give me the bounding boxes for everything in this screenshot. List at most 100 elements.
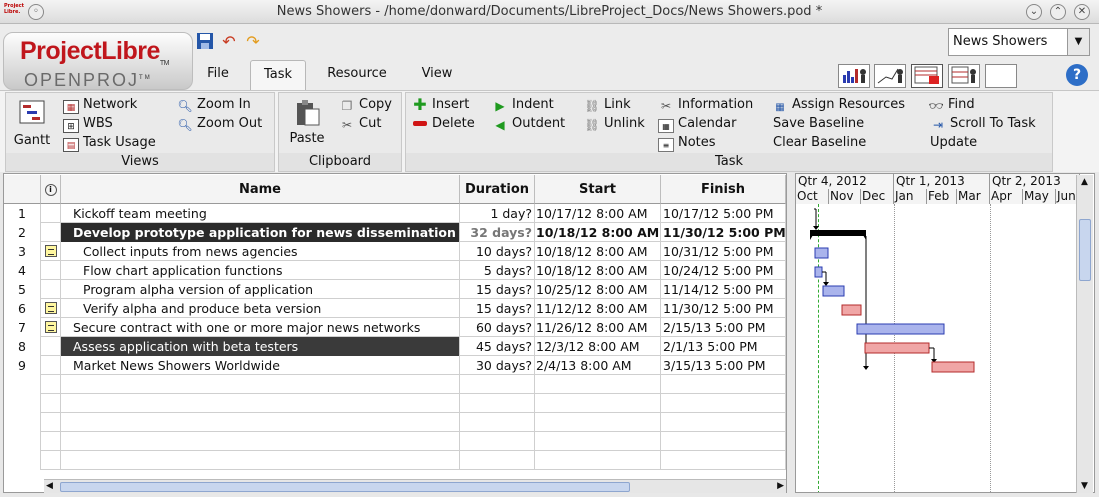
start-cell[interactable]: 10/18/12 8:00 AM [535, 261, 661, 280]
finish-cell[interactable]: 11/30/12 5:00 PM [661, 223, 786, 242]
finish-cell[interactable]: 11/14/12 5:00 PM [661, 280, 786, 299]
resource-usage-view-icon[interactable] [948, 64, 980, 88]
help-icon[interactable]: ? [1066, 64, 1088, 86]
maximize-button[interactable]: ⌃ [1050, 4, 1066, 20]
indicator-cell[interactable] [41, 223, 61, 242]
start-cell[interactable]: 10/25/12 8:00 AM [535, 280, 661, 299]
assign-resources-button[interactable]: ▦ Assign Resources [772, 95, 905, 114]
start-cell[interactable]: 10/18/12 8:00 AM [535, 223, 661, 242]
scroll-down-icon[interactable]: ▼ [1081, 481, 1088, 491]
finish-cell[interactable]: 10/24/12 5:00 PM [661, 261, 786, 280]
cut-button[interactable]: ✂ Cut [339, 114, 381, 133]
start-cell[interactable]: 12/3/12 8:00 AM [535, 337, 661, 356]
row-number[interactable]: 4 [4, 261, 41, 280]
close-button[interactable]: ✕ [1074, 4, 1090, 20]
start-cell[interactable]: 11/26/12 8:00 AM [535, 318, 661, 337]
table-row[interactable]: 2 Develop prototype application for news … [4, 223, 786, 242]
row-number[interactable]: 2 [4, 223, 41, 242]
indicator-cell[interactable] [41, 356, 61, 375]
finish-cell[interactable]: 3/15/13 5:00 PM [661, 356, 786, 375]
duration-cell[interactable]: 30 days? [460, 356, 535, 375]
column-header-finish[interactable]: Finish [661, 175, 786, 204]
finish-cell[interactable]: 10/31/12 5:00 PM [661, 242, 786, 261]
scroll-up-icon[interactable]: ▲ [1081, 177, 1088, 187]
duration-cell[interactable]: 45 days? [460, 337, 535, 356]
duration-cell[interactable]: 32 days? [460, 223, 535, 242]
task-usage-view-icon[interactable] [911, 64, 943, 88]
scroll-thumb[interactable] [60, 482, 630, 492]
paste-button[interactable]: Paste [283, 99, 331, 146]
menu-tab-file[interactable]: File [195, 60, 241, 90]
row-number[interactable]: 7 [4, 318, 41, 337]
start-cell[interactable]: 11/12/12 8:00 AM [535, 299, 661, 318]
table-row[interactable]: 7 Secure contract with one or more major … [4, 318, 786, 337]
task-name-cell[interactable]: Market News Showers Worldwide [61, 356, 460, 375]
table-row[interactable]: 5 Program alpha version of application 15 … [4, 280, 786, 299]
project-selector[interactable]: News Showers ▼ [948, 28, 1090, 56]
network-button[interactable]: ▦ Network [63, 95, 137, 114]
information-button[interactable]: ✂ Information [658, 95, 753, 114]
indicator-cell[interactable] [41, 299, 61, 318]
scroll-right-icon[interactable]: ▶ [777, 481, 784, 491]
task-name-cell[interactable]: Secure contract with one or more major n… [61, 318, 460, 337]
gantt-vertical-scrollbar[interactable]: ▲ ▼ [1076, 175, 1093, 493]
row-number[interactable]: 8 [4, 337, 41, 356]
calendar-button[interactable]: ▦ Calendar [658, 114, 736, 133]
find-button[interactable]: 👓︎ Find [928, 95, 974, 114]
finish-cell[interactable]: 11/30/12 5:00 PM [661, 299, 786, 318]
scroll-left-icon[interactable]: ◀ [46, 481, 53, 491]
save-icon[interactable] [195, 32, 215, 52]
start-cell[interactable]: 2/4/13 8:00 AM [535, 356, 661, 375]
zoom-in-button[interactable]: 🔍︎ Zoom In [177, 95, 250, 114]
column-header-start[interactable]: Start [535, 175, 661, 204]
duration-cell[interactable]: 15 days? [460, 280, 535, 299]
menu-tab-view[interactable]: View [410, 60, 464, 90]
task-name-cell[interactable]: Kickoff team meeting [61, 204, 460, 223]
chart-view-icon[interactable] [874, 64, 906, 88]
column-header-duration[interactable]: Duration [460, 175, 535, 204]
menu-tab-resource[interactable]: Resource [318, 60, 396, 90]
clear-baseline-button[interactable]: Clear Baseline [773, 133, 866, 152]
note-indicator-icon[interactable] [45, 321, 57, 333]
row-number[interactable]: 1 [4, 204, 41, 223]
row-number[interactable]: 3 [4, 242, 41, 261]
minimize-button[interactable]: ⌄ [1026, 4, 1042, 20]
finish-cell[interactable]: 10/17/12 5:00 PM [661, 204, 786, 223]
table-row[interactable]: 4 Flow chart application functions 5 days?… [4, 261, 786, 280]
undo-icon[interactable]: ↶ [219, 32, 239, 52]
wbs-button[interactable]: ⊞ WBS [63, 114, 113, 133]
start-cell[interactable]: 10/17/12 8:00 AM [535, 204, 661, 223]
indicator-cell[interactable] [41, 242, 61, 261]
task-name-cell[interactable]: Develop prototype application for news d… [61, 223, 460, 242]
note-indicator-icon[interactable] [45, 245, 57, 257]
task-name-cell[interactable]: Program alpha version of application [61, 280, 460, 299]
task-name-cell[interactable]: Collect inputs from news agencies [61, 242, 460, 261]
column-header-name[interactable]: Name [61, 175, 460, 204]
outdent-button[interactable]: ◀ Outdent [492, 114, 565, 133]
row-number[interactable]: 5 [4, 280, 41, 299]
delete-button[interactable]: Delete [412, 114, 475, 133]
task-name-cell[interactable]: Verify alpha and produce beta version [61, 299, 460, 318]
table-row[interactable]: 1 Kickoff team meeting 1 day? 10/17/12 8:00… [4, 204, 786, 223]
scroll-thumb[interactable] [1079, 219, 1091, 281]
indicator-cell[interactable] [41, 204, 61, 223]
indicator-cell[interactable] [41, 318, 61, 337]
duration-cell[interactable]: 1 day? [460, 204, 535, 223]
save-baseline-button[interactable]: Save Baseline [773, 114, 864, 133]
duration-cell[interactable]: 5 days? [460, 261, 535, 280]
copy-button[interactable]: ❐ Copy [339, 95, 392, 114]
row-number[interactable]: 9 [4, 356, 41, 375]
link-button[interactable]: ⛓ Link [584, 95, 630, 114]
redo-icon[interactable]: ↷ [243, 32, 263, 52]
note-indicator-icon[interactable] [45, 302, 57, 314]
table-row[interactable]: 6 Verify alpha and produce beta version 15… [4, 299, 786, 318]
notes-button[interactable]: ≡ Notes [658, 133, 716, 152]
table-horizontal-scrollbar[interactable]: ◀ ▶ [44, 479, 786, 493]
duration-cell[interactable]: 15 days? [460, 299, 535, 318]
histogram-view-icon[interactable] [838, 64, 870, 88]
update-button[interactable]: Update [930, 133, 977, 152]
indicator-cell[interactable] [41, 337, 61, 356]
table-row[interactable]: 9 Market News Showers Worldwide 30 days? 2/… [4, 356, 786, 375]
gantt-button[interactable]: Gantt [10, 99, 54, 148]
chevron-down-icon[interactable]: ▼ [1067, 29, 1089, 55]
